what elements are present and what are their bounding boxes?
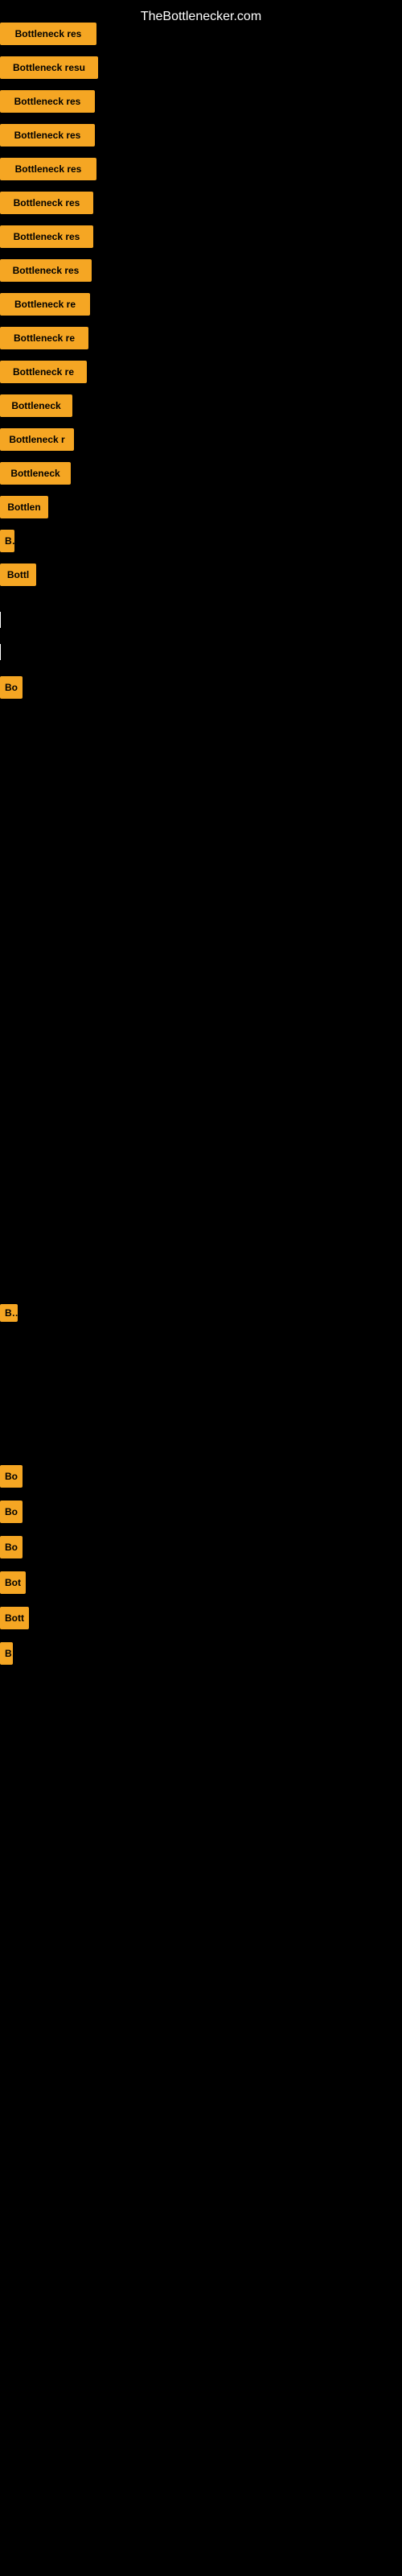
bottleneck-button-8[interactable]: Bottleneck re bbox=[0, 293, 90, 316]
bottleneck-button-14[interactable]: Bottlen bbox=[0, 496, 48, 518]
bottleneck-button-2[interactable]: Bottleneck res bbox=[0, 90, 95, 113]
bottleneck-button-16[interactable]: Bottl bbox=[0, 564, 36, 586]
bottleneck-button-4[interactable]: Bottleneck res bbox=[0, 158, 96, 180]
bottleneck-button-10[interactable]: Bottleneck re bbox=[0, 361, 87, 383]
bottleneck-button-20[interactable]: Bo bbox=[0, 1501, 23, 1523]
bottleneck-button-5[interactable]: Bottleneck res bbox=[0, 192, 93, 214]
bottleneck-button-0[interactable]: Bottleneck res bbox=[0, 23, 96, 45]
bottleneck-button-9[interactable]: Bottleneck re bbox=[0, 327, 88, 349]
bottleneck-button-11[interactable]: Bottleneck bbox=[0, 394, 72, 417]
bottleneck-button-19[interactable]: Bo bbox=[0, 1465, 23, 1488]
bottleneck-button-13[interactable]: Bottleneck bbox=[0, 462, 71, 485]
bar-line-1 bbox=[0, 612, 1, 628]
bottleneck-button-23[interactable]: Bott bbox=[0, 1607, 29, 1629]
bottleneck-button-24[interactable]: B bbox=[0, 1642, 13, 1665]
bottleneck-button-6[interactable]: Bottleneck res bbox=[0, 225, 93, 248]
bottleneck-button-12[interactable]: Bottleneck r bbox=[0, 428, 74, 451]
bottleneck-button-1[interactable]: Bottleneck resu bbox=[0, 56, 98, 79]
bottleneck-button-22[interactable]: Bot bbox=[0, 1571, 26, 1594]
bar-line-2 bbox=[0, 644, 1, 660]
bottleneck-button-18[interactable]: Bo bbox=[0, 1304, 18, 1322]
bottleneck-button-15[interactable]: B bbox=[0, 530, 14, 552]
bottleneck-button-21[interactable]: Bo bbox=[0, 1536, 23, 1558]
bottleneck-button-3[interactable]: Bottleneck res bbox=[0, 124, 95, 147]
bottleneck-button-7[interactable]: Bottleneck res bbox=[0, 259, 92, 282]
bottleneck-button-17[interactable]: Bo bbox=[0, 676, 23, 699]
